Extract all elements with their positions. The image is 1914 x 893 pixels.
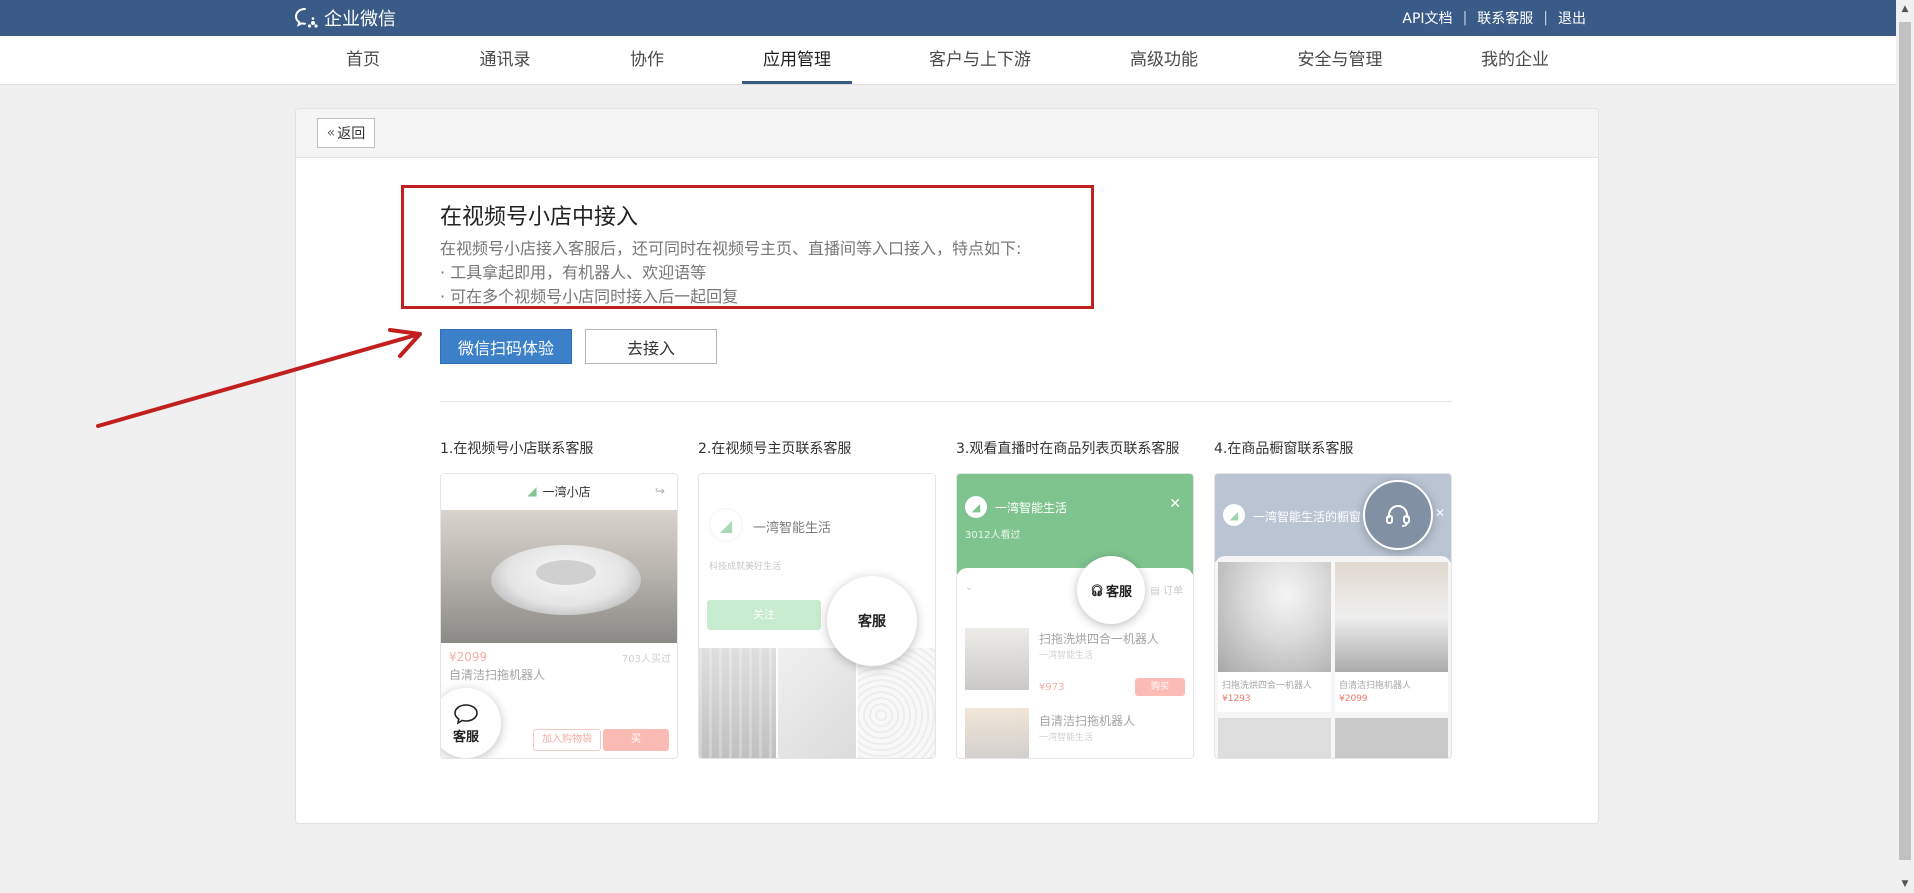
wechat-scan-trial-button[interactable]: 微信扫码体验 xyxy=(440,329,572,364)
scroll-up-arrow-icon[interactable]: ▲ xyxy=(1896,0,1914,18)
buy-button: 购买 xyxy=(1135,678,1185,696)
feature-bullet: · 工具拿起即用，有机器人、欢迎语等 xyxy=(440,263,707,282)
nav-security[interactable]: 安全与管理 xyxy=(1296,36,1384,84)
headset-icon xyxy=(1386,505,1410,527)
close-icon: ✕ xyxy=(1169,496,1181,512)
service-label: 客服 xyxy=(452,729,479,745)
product-price: ¥973 xyxy=(1039,682,1065,693)
product-price: ¥2099 xyxy=(449,650,488,664)
product-thumbnail xyxy=(965,708,1029,758)
brand-logo[interactable]: 企业微信 xyxy=(294,4,396,32)
account-avatar: ◢ xyxy=(965,496,987,518)
buy-button: 买 xyxy=(603,729,669,751)
service-entry-circle: 🎧︎ 客服 xyxy=(1077,556,1145,624)
feature-label-live: 3.观看直播时在商品列表页联系客服 xyxy=(956,441,1180,457)
feature-label-showcase: 4.在商品橱窗联系客服 xyxy=(1214,441,1354,457)
double-chevron-left-icon: « xyxy=(326,125,336,141)
product-shop: 一湾智能生活 xyxy=(1039,651,1094,661)
orders-label: ▤ 订单 xyxy=(1150,582,1183,597)
nav-app-management[interactable]: 应用管理 xyxy=(742,36,852,84)
feature-bullet: · 可在多个视频号小店同时接入后一起回复 xyxy=(440,287,739,306)
product-name: 自清洁扫拖机器人 xyxy=(1039,714,1136,728)
nav-advanced[interactable]: 高级功能 xyxy=(1129,36,1199,84)
chat-bubble-icon xyxy=(454,703,478,725)
separator: | xyxy=(1462,10,1468,26)
product-name: 扫拖洗烘四合一机器人 xyxy=(1039,632,1160,646)
section-title: 在视频号小店中接入 xyxy=(440,205,639,230)
top-links: API文档 | 联系客服 | 退出 xyxy=(1392,0,1596,36)
feature-label-homepage: 2.在视频号主页联系客服 xyxy=(698,441,852,457)
section-description: 在视频号小店接入客服后，还可同时在视频号主页、直播间等入口接入，特点如下: xyxy=(440,239,1022,258)
chevron-down-icon: ⌄ xyxy=(965,582,974,593)
nav-customers[interactable]: 客户与上下游 xyxy=(928,36,1032,84)
add-to-cart-button: 加入购物袋 xyxy=(533,729,601,751)
live-header: ◢ 一湾智能生活 3012人看过 ✕ xyxy=(957,474,1193,574)
viewer-count: 3012人看过 xyxy=(965,530,1021,541)
nav-home[interactable]: 首页 xyxy=(343,36,383,84)
product-name: 自清洁扫拖机器人 xyxy=(449,668,546,682)
top-bar: 企业微信 API文档 | 联系客服 | 退出 xyxy=(0,0,1896,36)
preview-showcase: ◢ 一湾智能生活的橱窗 ✕ 扫拖洗烘四合一机器人 ¥1293 自清洁扫拖机器人 … xyxy=(1214,473,1452,759)
api-docs-link[interactable]: API文档 xyxy=(1392,8,1462,28)
nav-my-enterprise[interactable]: 我的企业 xyxy=(1479,36,1551,84)
service-entry-circle: 客服 xyxy=(827,576,917,666)
go-connect-button[interactable]: 去接入 xyxy=(585,329,717,364)
preview-shop: ◢ 一湾小店 ↪ ¥2099 703人买过 自清洁扫拖机器人 加入购物袋 买 客… xyxy=(440,473,678,759)
contact-service-link[interactable]: 联系客服 xyxy=(1467,8,1543,28)
feature-label-shop: 1.在视频号小店联系客服 xyxy=(440,441,594,457)
preview-live: ◢ 一湾智能生活 3012人看过 ✕ ⌄ ▤ 订单 扫拖洗烘四合一机器人 一湾智… xyxy=(956,473,1194,759)
robot-vacuum-image xyxy=(441,510,677,643)
back-label: 返回 xyxy=(337,126,366,142)
wecom-logo-icon xyxy=(294,8,318,28)
orders-icon: ▤ xyxy=(1150,586,1160,597)
main-nav: 首页 通讯录 协作 应用管理 客户与上下游 高级功能 安全与管理 我的企业 xyxy=(0,36,1896,85)
divider xyxy=(440,401,1452,402)
service-entry-circle: 客服 xyxy=(441,688,501,758)
service-label: 客服 xyxy=(1105,584,1132,600)
service-entry-circle xyxy=(1363,480,1433,550)
share-icon: ↪ xyxy=(654,484,665,498)
product-thumbnail xyxy=(965,628,1029,690)
nav-collaboration[interactable]: 协作 xyxy=(627,36,667,84)
nav-contacts[interactable]: 通讯录 xyxy=(477,36,533,84)
leaf-icon: ◢ xyxy=(527,484,537,498)
card-header: « 返回 xyxy=(296,109,1598,158)
scrollbar-thumb[interactable] xyxy=(1899,22,1911,860)
product-sheet: ⌄ ▤ 订单 扫拖洗烘四合一机器人 一湾智能生活 ¥973 购买 自清洁扫拖机器… xyxy=(957,568,1193,758)
headset-icon: 🎧︎ xyxy=(1090,583,1104,597)
preview-homepage: ◢ 一湾智能生活 科技成就美好生活 关注 客服 xyxy=(698,473,936,759)
sold-count: 703人买过 xyxy=(621,654,671,665)
account-name: 一湾智能生活 xyxy=(995,501,1068,515)
orders-text: 订单 xyxy=(1163,586,1183,597)
scroll-down-arrow-icon[interactable]: ▼ xyxy=(1896,875,1914,893)
product-shop: 一湾智能生活 xyxy=(1039,733,1094,743)
shop-name: 一湾小店 xyxy=(542,484,591,499)
back-button[interactable]: « 返回 xyxy=(317,118,375,148)
annotation-arrow xyxy=(96,328,422,428)
brand-name: 企业微信 xyxy=(324,9,396,30)
separator: | xyxy=(1543,10,1548,26)
logout-link[interactable]: 退出 xyxy=(1548,8,1596,28)
service-label: 客服 xyxy=(858,614,886,630)
